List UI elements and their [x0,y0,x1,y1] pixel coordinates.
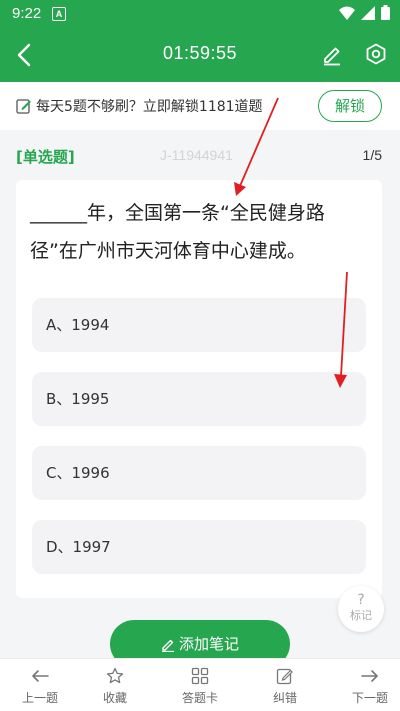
star-icon [106,667,124,684]
mark-label: 标记 [350,609,372,622]
notification-icon: A [52,7,66,21]
pencil-icon [324,47,340,66]
nav-report-error[interactable]: 纠错 [245,665,325,706]
gear-icon [366,43,386,65]
grid-icon [191,667,209,685]
question-card: ______年，全国第一条“全民健身路 径”在广州市天河体育中心建成。 A、19… [16,180,382,598]
question-progress: 1/5 [362,147,382,163]
option-b-label: B、1995 [46,390,110,408]
promo-text: 每天5题不够刷？立即解锁1181道题 [36,99,263,115]
nav-answer-sheet[interactable]: 答题卡 [160,665,240,706]
question-line-2: 径”在广州市天河体育中心建成。 [30,240,306,262]
option-a-label: A、1994 [46,316,110,334]
nav-next-question[interactable]: 下一题 [330,665,400,706]
bottom-nav: 上一题 收藏 答题卡 纠错 下一题 [0,658,400,711]
mark-button[interactable]: ? 标记 [338,586,384,632]
arrow-left-icon [32,670,49,682]
option-c[interactable]: C、1996 [32,446,366,500]
draft-button[interactable] [320,42,344,66]
nav-next-label: 下一题 [351,691,388,705]
question-text: ______年，全国第一条“全民健身路 径”在广州市天河体育中心建成。 [30,194,366,270]
nav-prev-label: 上一题 [21,691,58,705]
settings-button[interactable] [364,42,388,66]
option-d-label: D、1997 [46,538,111,556]
option-b[interactable]: B、1995 [32,372,366,426]
wifi-icon [339,6,355,20]
pencil-icon [161,639,174,652]
nav-answer-sheet-label: 答题卡 [181,691,218,705]
option-a[interactable]: A、1994 [32,298,366,352]
edit-note-icon [16,99,31,114]
status-bar: 9:22 A [0,0,400,28]
question-id: J-11944941 [160,147,233,163]
nav-report-error-label: 纠错 [272,691,297,705]
edit-icon [276,668,293,685]
question-mark-icon: ? [357,592,365,608]
unlock-button[interactable]: 解锁 [318,90,382,122]
unlock-promo-banner: 每天5题不够刷？立即解锁1181道题 解锁 [0,82,400,130]
option-c-label: C、1996 [46,464,110,482]
question-line-1: ______年，全国第一条“全民健身路 [30,202,325,224]
status-time: 9:22 [12,5,42,22]
arrow-right-icon [361,670,378,682]
battery-icon [381,5,390,20]
nav-favorite[interactable]: 收藏 [75,665,155,706]
status-icons [339,5,390,20]
add-note-label: 添加笔记 [178,635,239,653]
app-bar: 01:59:55 [0,28,400,82]
nav-favorite-label: 收藏 [102,691,127,705]
option-d[interactable]: D、1997 [32,520,366,574]
signal-icon [361,5,375,20]
question-type: [单选题] [16,148,75,166]
nav-prev-question[interactable]: 上一题 [0,665,80,706]
